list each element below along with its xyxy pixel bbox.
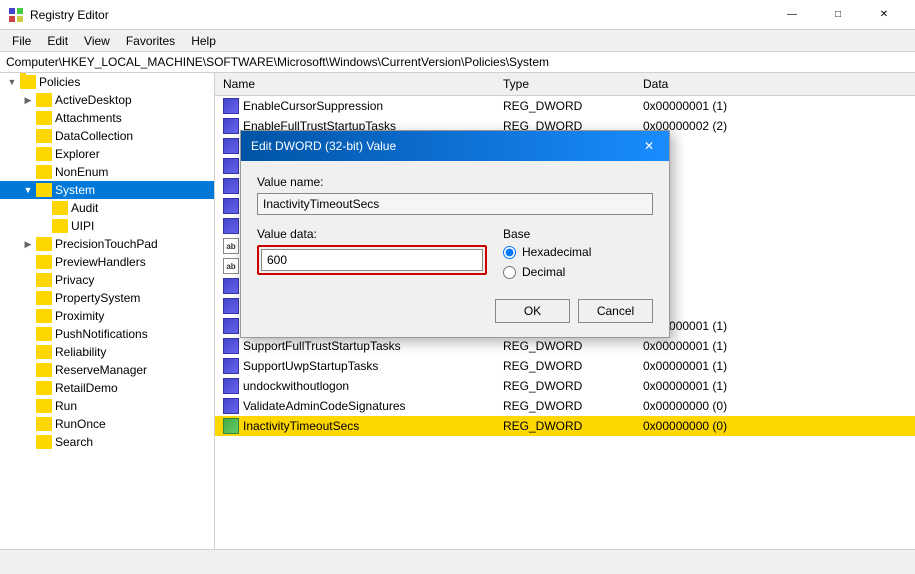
radio-dec-input[interactable] [503,266,516,279]
value-data-label: Value data: [257,227,487,241]
dialog-title-bar: Edit DWORD (32-bit) Value ✕ [241,131,669,161]
dialog-body: Value name: Value data: Base Hexadecimal [241,161,669,337]
edit-dword-dialog: Edit DWORD (32-bit) Value ✕ Value name: … [240,130,670,338]
ok-button[interactable]: OK [495,299,570,323]
dialog-overlay: Edit DWORD (32-bit) Value ✕ Value name: … [0,0,915,574]
base-label: Base [503,227,653,241]
dialog-buttons: OK Cancel [257,299,653,323]
radio-hex-label: Hexadecimal [522,245,591,259]
dialog-close-button[interactable]: ✕ [639,136,659,156]
base-section: Base Hexadecimal Decimal [503,227,653,285]
cancel-button[interactable]: Cancel [578,299,653,323]
radio-dec-label: Decimal [522,265,565,279]
value-name-input[interactable] [257,193,653,215]
value-data-input[interactable] [261,249,483,271]
value-data-section: Value data: [257,227,487,285]
base-group: Hexadecimal Decimal [503,245,653,279]
value-data-wrapper [257,245,487,275]
dialog-row: Value data: Base Hexadecimal [257,227,653,285]
radio-decimal[interactable]: Decimal [503,265,653,279]
value-name-label: Value name: [257,175,653,189]
radio-hex-input[interactable] [503,246,516,259]
radio-hexadecimal[interactable]: Hexadecimal [503,245,653,259]
dialog-title: Edit DWORD (32-bit) Value [251,139,639,153]
